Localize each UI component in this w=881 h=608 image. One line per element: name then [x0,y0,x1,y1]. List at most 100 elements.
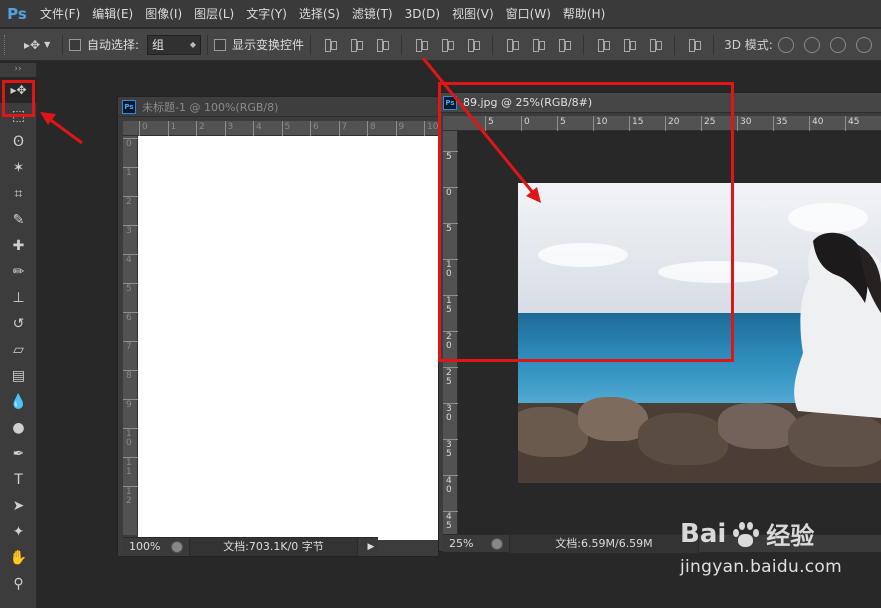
healing-brush-tool[interactable]: ✚ [0,233,37,259]
menu-edit[interactable]: 编辑(E) [86,5,139,22]
mode-3d-label: 3D 模式: [724,38,773,52]
paw-icon [729,519,760,549]
shape-icon: ✦ [12,524,25,540]
ruler-tick: 45 [845,116,859,131]
auto-select-checkbox[interactable] [69,38,81,51]
align-group [317,34,707,55]
menu-layer[interactable]: 图层(L) [188,5,240,22]
ruler-tick: 30 [737,116,751,131]
menu-type[interactable]: 文字(Y) [240,5,293,22]
slide-3d-icon[interactable] [855,36,872,53]
ruler-tick: 10 [424,121,438,136]
ruler-tick: 8 [123,370,138,399]
menu-3d[interactable]: 3D(D) [399,7,446,21]
distribute-bottom-icon[interactable] [556,37,572,53]
dodge-tool[interactable]: ● [0,415,37,441]
gradient-icon: ▤ [11,368,26,384]
menu-help[interactable]: 帮助(H) [557,5,611,22]
ruler-tick: 12 [123,486,138,515]
lasso-tool[interactable]: ʘ [0,129,37,155]
align-top-icon[interactable] [322,37,338,53]
gradient-tool[interactable]: ▤ [0,363,37,389]
blur-icon: 💧 [9,394,28,410]
menu-filter[interactable]: 滤镜(T) [346,5,399,22]
align-hcenter-icon[interactable] [439,37,455,53]
tool-preset-picker[interactable]: ▸✥ ▼ [12,38,56,52]
history-brush-tool[interactable]: ↺ [0,311,37,337]
status-menu-icon[interactable] [491,537,503,550]
baidu-jingyan-watermark: Bai 经验 jingyan.baidu.com [680,516,870,596]
divider [713,34,715,55]
ps-document-icon: Ps [122,99,136,114]
show-transform-label: 显示变换控件 [232,38,305,52]
ruler-tick: 5 [123,283,138,312]
auto-align-icon[interactable] [686,37,702,53]
hand-icon: ✋ [9,550,28,566]
zoom-level[interactable]: 25% [443,537,487,550]
vertical-ruler[interactable]: 0 1 2 3 4 5 6 7 8 9 10 11 12 [123,136,138,535]
distribute-top-icon[interactable] [504,37,520,53]
healing-brush-icon: ✚ [12,238,25,254]
rotate-3d-icon[interactable] [777,36,794,53]
ruler-tick: 1 [167,121,176,136]
distribute-left-icon[interactable] [595,37,611,53]
hand-tool[interactable]: ✋ [0,545,37,571]
distribute-right-icon[interactable] [647,37,663,53]
ruler-tick: 6 [310,121,319,136]
status-menu-icon[interactable] [171,540,183,553]
crop-tool[interactable]: ⌗ [0,181,37,207]
ruler-tick: 7 [123,341,138,370]
eraser-tool[interactable]: ▱ [0,337,37,363]
clone-stamp-icon: ⊥ [12,290,25,306]
eyedropper-tool[interactable]: ✎ [0,207,37,233]
menu-select[interactable]: 选择(S) [293,5,346,22]
menu-image[interactable]: 图像(I) [139,5,188,22]
auto-select-dropdown[interactable]: 组 ◆ [147,34,202,55]
options-grip[interactable] [4,34,12,55]
ruler-tick: 2 [123,196,138,225]
ruler-tick: 0 [139,121,148,136]
zoom-level[interactable]: 100% [123,540,167,553]
show-transform-checkbox[interactable] [214,38,227,51]
ruler-tick: 3 [123,225,138,254]
magic-wand-icon: ✶ [12,160,25,176]
type-tool[interactable]: T [0,467,37,493]
align-left-icon[interactable] [413,37,429,53]
ruler-tick: 10 [123,428,138,457]
document-tab-untitled[interactable]: Ps 未标题-1 @ 100%(RGB/8) [118,97,438,117]
ruler-tick: 0 [123,138,138,167]
horizontal-ruler[interactable]: 0 1 2 3 4 5 6 7 8 9 10 [123,121,438,136]
path-selection-tool[interactable]: ➤ [0,493,37,519]
menu-window[interactable]: 窗口(W) [500,5,557,22]
align-right-icon[interactable] [465,37,481,53]
divider [401,34,403,55]
pan-3d-icon[interactable] [829,36,846,53]
clone-stamp-tool[interactable]: ⊥ [0,285,37,311]
canvas-area[interactable] [138,136,438,540]
menu-file[interactable]: 文件(F) [34,5,86,22]
divider [583,34,585,55]
pen-tool[interactable]: ✒ [0,441,37,467]
eraser-icon: ▱ [13,342,24,358]
lasso-icon: ʘ [12,134,25,150]
ruler-tick: 9 [123,399,138,428]
roll-3d-icon[interactable] [803,36,820,53]
blur-tool[interactable]: 💧 [0,389,37,415]
magic-wand-tool[interactable]: ✶ [0,155,37,181]
eyedropper-icon: ✎ [12,212,25,228]
status-bar: 100% 文档:703.1K/0 字节 ▶ [123,537,378,556]
ruler-tick: 1 [123,167,138,196]
brush-tool[interactable]: ✏ [0,259,37,285]
menu-view[interactable]: 视图(V) [446,5,500,22]
align-vcenter-icon[interactable] [348,37,364,53]
distribute-vcenter-icon[interactable] [530,37,546,53]
shape-tool[interactable]: ✦ [0,519,37,545]
zoom-tool[interactable]: ⚲ [0,571,37,597]
auto-select-value: 组 [152,38,165,52]
ruler-tick: 40 [809,116,823,131]
toolbox-collapse-icon[interactable]: ›› [0,63,36,77]
align-bottom-icon[interactable] [374,37,390,53]
document-window-untitled[interactable]: Ps 未标题-1 @ 100%(RGB/8) 0 1 2 3 4 5 6 7 8 9 10 0123… [117,96,439,557]
status-arrow-icon[interactable]: ▶ [364,542,378,552]
distribute-hcenter-icon[interactable] [621,37,637,53]
